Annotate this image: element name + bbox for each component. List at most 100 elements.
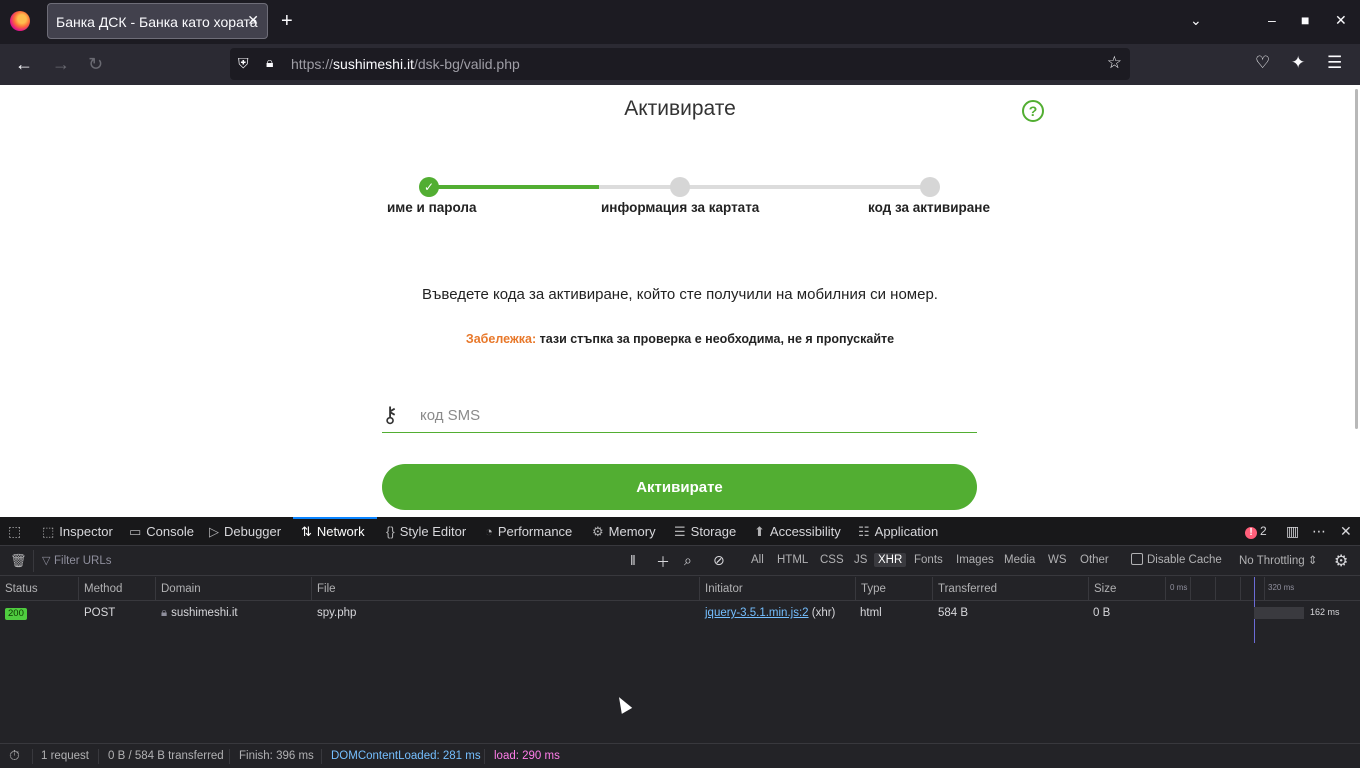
lock-icon: 🔒︎ xyxy=(161,607,168,619)
add-request-icon[interactable]: ＋ xyxy=(656,552,670,572)
filter-type-css[interactable]: CSS xyxy=(816,553,848,567)
divider xyxy=(484,749,485,764)
waterfall-gridline xyxy=(1190,577,1191,601)
col-status[interactable]: Status xyxy=(0,577,78,601)
hamburger-menu-icon[interactable]: ☰ xyxy=(1327,53,1342,73)
pocket-icon[interactable]: ♡ xyxy=(1255,53,1270,73)
stopwatch-icon[interactable]: ⏱︎ xyxy=(9,747,20,764)
trash-icon[interactable]: 🗑︎ xyxy=(10,553,27,569)
tab-performance[interactable]: ◔ Performance xyxy=(485,517,572,546)
filter-type-media[interactable]: Media xyxy=(1000,553,1039,567)
filter-type-ws[interactable]: WS xyxy=(1044,553,1071,567)
gear-icon[interactable]: ⚙ xyxy=(1334,551,1348,571)
filter-type-fonts[interactable]: Fonts xyxy=(910,553,947,567)
waterfall-bar xyxy=(1254,607,1304,619)
tab-network[interactable]: ⇅ Network xyxy=(301,517,365,546)
storage-icon: ☰ xyxy=(674,524,686,539)
sms-code-input[interactable] xyxy=(420,401,976,429)
bookmark-star-icon[interactable]: ☆ xyxy=(1107,53,1122,73)
filter-type-images[interactable]: Images xyxy=(952,553,998,567)
tab-application[interactable]: ☷ Application xyxy=(858,517,938,546)
tab-title: Банка ДСК - Банка като хората xyxy=(56,14,258,30)
url-text[interactable]: https://sushimeshi.it/dsk-bg/valid.php xyxy=(291,56,520,72)
table-row[interactable]: 200 POST 🔒︎ sushimeshi.it spy.php jquery-… xyxy=(0,601,1360,625)
more-options-icon[interactable]: ⋯ xyxy=(1312,523,1326,540)
waterfall-gridline xyxy=(1240,577,1241,601)
tab-style-editor[interactable]: {} Style Editor xyxy=(386,517,466,546)
network-icon: ⇅ xyxy=(301,524,312,539)
page-title: Активирате xyxy=(624,97,736,120)
tab-bar: Банка ДСК - Банка като хората ✕ + ⌄ – ■ … xyxy=(0,0,1360,44)
col-waterfall[interactable] xyxy=(1165,577,1360,601)
initiator-link[interactable]: jquery-3.5.1.min.js:2 xyxy=(705,607,809,619)
help-icon[interactable]: ? xyxy=(1022,100,1044,122)
reload-icon[interactable]: ↻ xyxy=(88,54,103,74)
page-scrollbar[interactable] xyxy=(1355,89,1358,429)
divider xyxy=(98,749,99,764)
application-icon: ☷ xyxy=(858,524,870,539)
firefox-logo-icon[interactable] xyxy=(10,11,30,31)
col-method[interactable]: Method xyxy=(78,577,155,601)
initiator-cell: jquery-3.5.1.min.js:2 (xhr) xyxy=(705,607,836,619)
filter-type-all[interactable]: All xyxy=(747,553,768,567)
activate-button[interactable]: Активирате xyxy=(382,464,977,510)
back-arrow-icon[interactable]: ← xyxy=(15,54,33,74)
col-file[interactable]: File xyxy=(311,577,699,601)
element-picker-icon[interactable]: ⬚ xyxy=(8,523,21,540)
disable-cache-checkbox[interactable]: Disable Cache xyxy=(1131,553,1222,566)
tab-storage[interactable]: ☰ Storage xyxy=(674,517,736,546)
block-icon[interactable]: ⊘ xyxy=(713,552,725,569)
col-type[interactable]: Type xyxy=(855,577,932,601)
error-icon: ! xyxy=(1245,527,1257,539)
tab-accessibility[interactable]: ⬆ Accessibility xyxy=(754,517,841,546)
status-badge: 200 xyxy=(5,608,27,620)
finish-time: Finish: 396 ms xyxy=(239,750,314,762)
filter-type-xhr[interactable]: XHR xyxy=(874,553,907,567)
filter-type-html[interactable]: HTML xyxy=(773,553,812,567)
search-icon[interactable]: ⌕ xyxy=(684,552,692,569)
tab-close-icon[interactable]: ✕ xyxy=(247,12,259,29)
console-icon: ▭ xyxy=(129,524,142,539)
browser-tab[interactable]: Банка ДСК - Банка като хората ✕ xyxy=(47,3,268,39)
tab-list-chevron-icon[interactable]: ⌄ xyxy=(1190,12,1202,29)
step-label: име и парола xyxy=(387,200,477,215)
filter-icon: ▽ xyxy=(42,555,51,567)
requests-table-header: Status Method Domain File Initiator Type… xyxy=(0,577,1360,601)
size-cell: 0 B xyxy=(1093,607,1111,619)
extensions-icon[interactable]: ✦ xyxy=(1291,53,1305,73)
forward-arrow-icon[interactable]: → xyxy=(52,54,70,74)
filter-type-other[interactable]: Other xyxy=(1076,553,1113,567)
close-devtools-icon[interactable]: ✕ xyxy=(1340,523,1352,540)
col-size[interactable]: Size xyxy=(1088,577,1165,601)
filter-type-js[interactable]: JS xyxy=(850,553,871,567)
col-transferred[interactable]: Transferred xyxy=(932,577,1088,601)
performance-icon: ◔ xyxy=(485,524,493,539)
memory-icon: ⚙ xyxy=(592,524,604,539)
close-window-icon[interactable]: ✕ xyxy=(1335,12,1347,29)
filter-urls-input[interactable] xyxy=(54,550,614,572)
error-count-badge[interactable]: ! 2 xyxy=(1245,524,1267,539)
dom-content-loaded-time: DOMContentLoaded: 281 ms xyxy=(331,750,481,762)
tracking-shield-icon[interactable]: ⛨ xyxy=(238,55,249,72)
throttling-select[interactable]: No Throttling ⇕ xyxy=(1239,553,1317,567)
waterfall-gridline xyxy=(1264,577,1265,601)
tab-console[interactable]: ▭ Console xyxy=(129,517,194,546)
minimize-icon[interactable]: – xyxy=(1268,12,1276,28)
dock-toggle-icon[interactable]: ▥ xyxy=(1286,523,1299,540)
url-bar[interactable]: ⛨ 🔒︎ https://sushimeshi.it/dsk-bg/valid.… xyxy=(230,48,1130,80)
maximize-icon[interactable]: ■ xyxy=(1301,12,1309,28)
col-domain[interactable]: Domain xyxy=(155,577,311,601)
lock-icon[interactable]: 🔒︎ xyxy=(266,54,273,71)
tab-inspector[interactable]: ⬚ Inspector xyxy=(42,517,113,546)
pause-icon[interactable]: ‖ xyxy=(630,552,636,568)
col-initiator[interactable]: Initiator xyxy=(699,577,855,601)
input-underline xyxy=(382,432,977,433)
key-icon: ⚷ xyxy=(382,402,399,427)
waterfall-timing: 162 ms xyxy=(1310,607,1340,617)
navigation-toolbar: ← → ↻ ⛨ 🔒︎ https://sushimeshi.it/dsk-bg/… xyxy=(0,44,1360,85)
new-tab-button[interactable]: + xyxy=(281,11,293,31)
tab-memory[interactable]: ⚙ Memory xyxy=(592,517,656,546)
instruction-text: Въведете кода за активиране, който сте п… xyxy=(422,286,938,303)
style-editor-icon: {} xyxy=(386,524,395,539)
tab-debugger[interactable]: ▷ Debugger xyxy=(209,517,281,546)
